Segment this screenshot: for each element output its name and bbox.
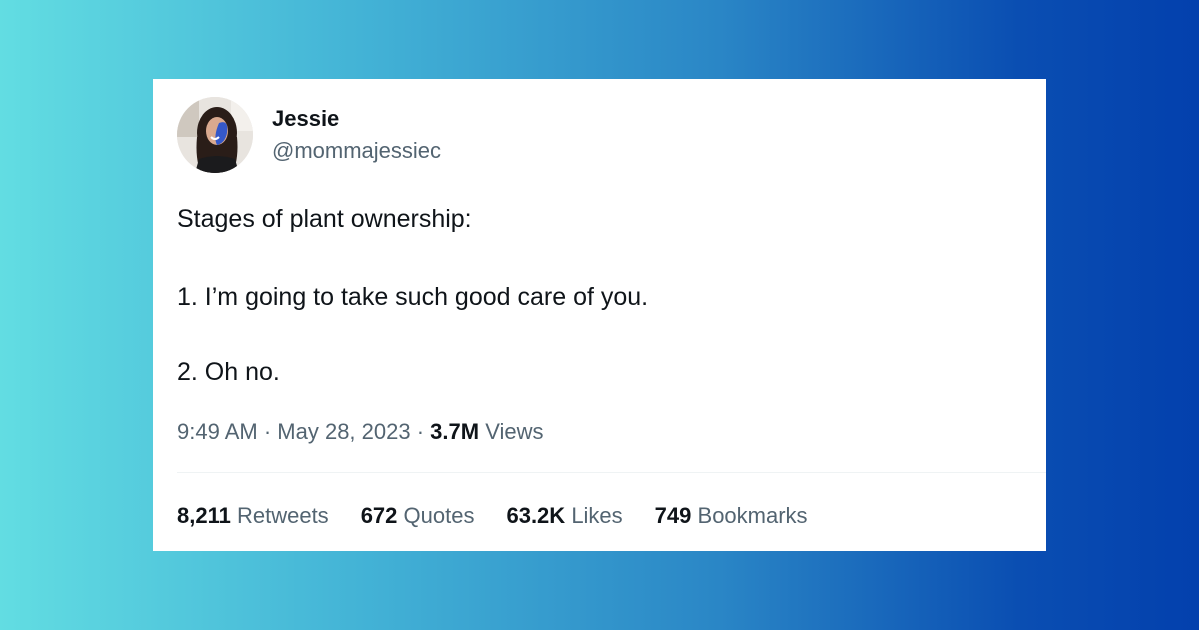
tweet-date[interactable]: May 28, 2023 [277,419,410,444]
user-handle[interactable]: @mommajessiec [272,137,441,165]
stat-bookmarks[interactable]: 749 Bookmarks [655,501,808,531]
divider [177,472,1046,473]
stat-count: 672 [360,503,398,528]
user-avatar-icon [177,97,253,173]
stat-count: 749 [654,503,692,528]
stat-quotes[interactable]: 672 Quotes [361,501,475,531]
tweet-text-line: Stages of plant ownership: [177,205,472,233]
stat-count: 8,211 [177,503,231,528]
views-count: 3.7M [430,419,480,444]
stat-retweets[interactable]: 8,211 Retweets [177,501,329,531]
meta-separator: · [257,419,278,444]
tweet-card: Jessie @mommajessiec Stages of plant own… [153,79,1046,551]
tweet-meta: 9:49 AM · May 28, 2023 · 3.7M Views [177,417,544,447]
stat-label: Likes [571,503,623,528]
engagement-stats: 8,211 Retweets 672 Quotes 63.2K Likes 74… [177,501,840,531]
stat-likes[interactable]: 63.2K Likes [506,501,622,531]
stat-label: Quotes [403,503,475,528]
tweet-text-line: 2. Oh no. [177,358,280,386]
avatar[interactable] [177,97,253,173]
views-label: Views [485,419,544,444]
meta-separator: · [410,419,431,444]
stat-count: 63.2K [506,503,566,528]
display-name[interactable]: Jessie [272,105,339,133]
tweet-text-line: 1. I’m going to take such good care of y… [177,283,649,311]
stat-label: Bookmarks [697,503,808,528]
stat-label: Retweets [236,503,329,528]
tweet-time[interactable]: 9:49 AM [177,419,258,444]
